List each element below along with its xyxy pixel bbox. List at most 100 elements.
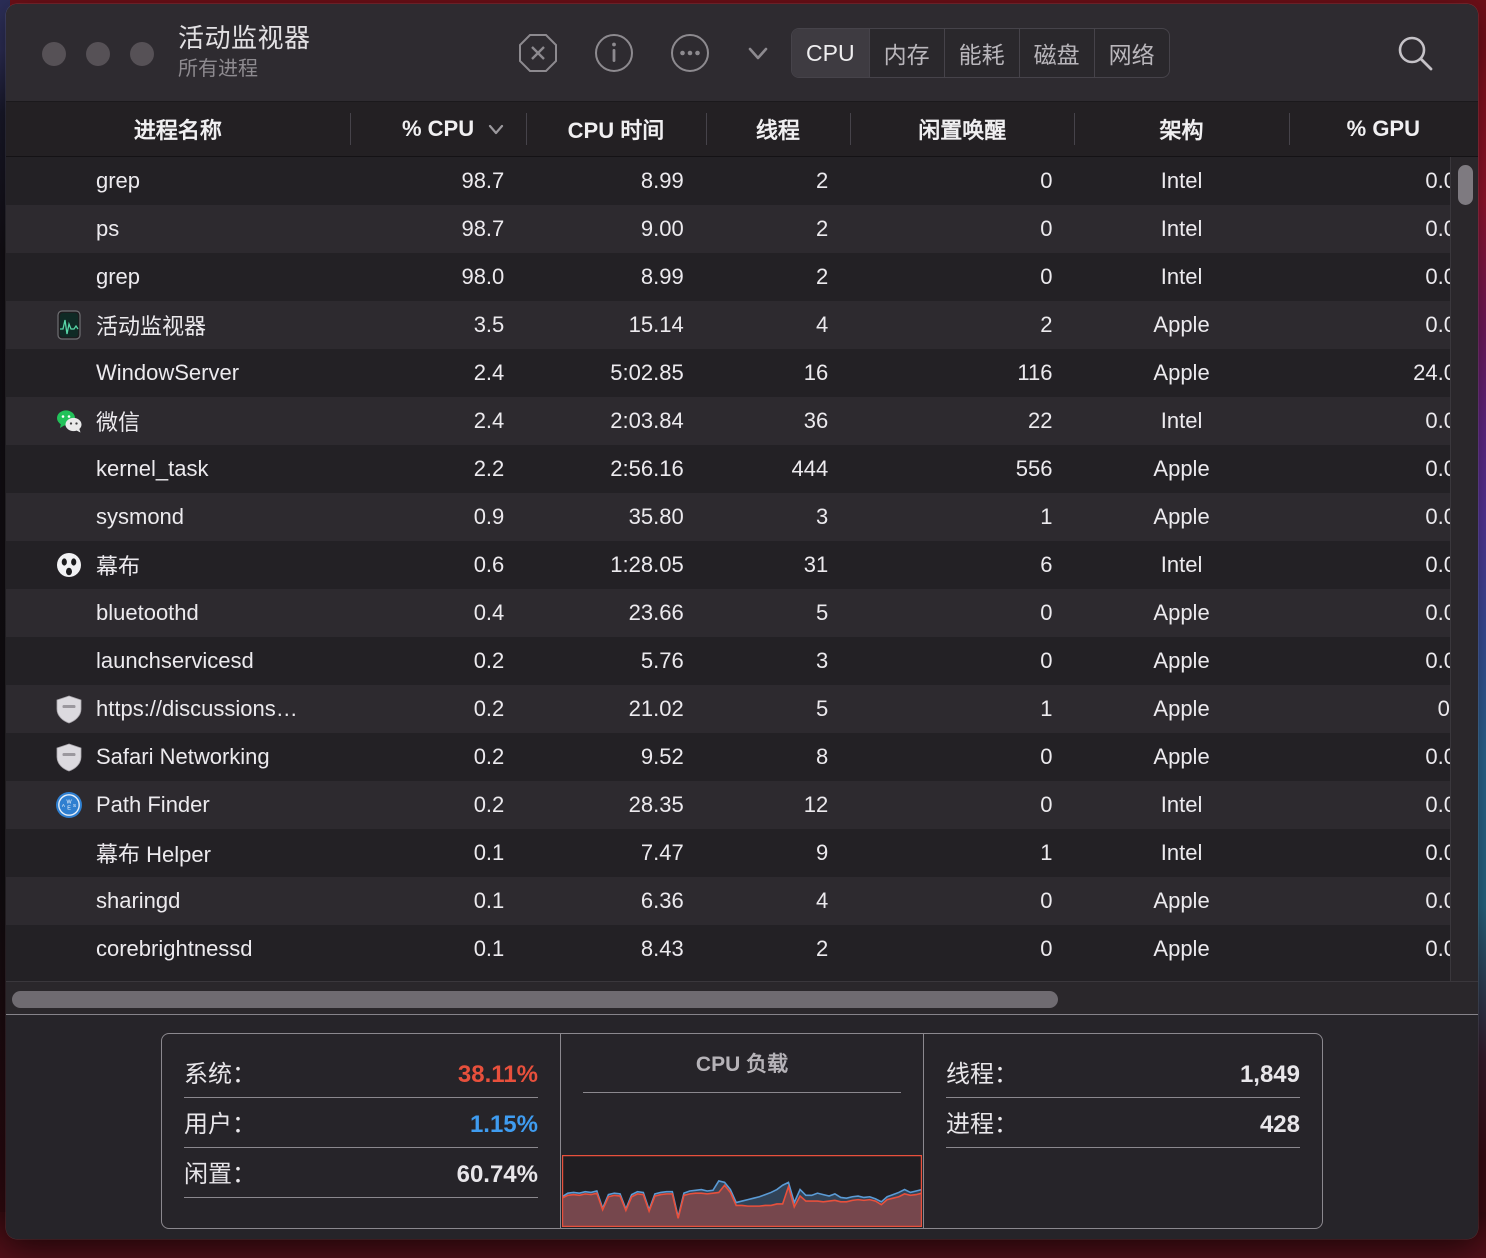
cell-process-name: WindowServer xyxy=(6,360,350,386)
cell-cpu-time: 2:56.16 xyxy=(526,456,705,482)
tab-cpu[interactable]: CPU xyxy=(792,29,869,77)
vertical-scrollbar[interactable] xyxy=(1450,157,1478,981)
cell-cpu-time: 5.76 xyxy=(526,648,705,674)
cell-architecture: Apple xyxy=(1074,648,1288,674)
process-rows: grep98.78.9920Intel0.0ps98.79.0020Intel0… xyxy=(6,157,1478,973)
table-row[interactable]: 活动监视器3.515.1442Apple0.0 xyxy=(6,301,1478,349)
minimize-button[interactable] xyxy=(86,42,110,66)
search-button[interactable] xyxy=(1390,28,1440,78)
cell-cpu-percent: 0.2 xyxy=(350,648,526,674)
cell-cpu-percent: 0.1 xyxy=(350,840,526,866)
cell-process-name: https://discussions… xyxy=(6,694,350,724)
cell-architecture: Apple xyxy=(1074,936,1288,962)
process-name-label: ps xyxy=(96,216,119,242)
stat-label-idle: 闲置： xyxy=(184,1154,256,1189)
tab-memory[interactable]: 内存 xyxy=(869,29,944,77)
column-header-cpu-time[interactable]: CPU 时间 xyxy=(526,102,705,156)
table-row[interactable]: grep98.08.9920Intel0.0 xyxy=(6,253,1478,301)
stat-value-user: 1.15% xyxy=(470,1111,538,1139)
cell-idle-wakeups: 22 xyxy=(850,408,1074,434)
tab-energy[interactable]: 能耗 xyxy=(944,29,1019,77)
view-tabs: CPU 内存 能耗 磁盘 网络 xyxy=(791,28,1170,78)
cell-threads: 3 xyxy=(706,648,851,674)
page-title: 活动监视器 xyxy=(178,23,311,54)
table-row[interactable]: https://discussions…0.221.0251Apple0. xyxy=(6,685,1478,733)
cell-cpu-time: 2:03.84 xyxy=(526,408,705,434)
column-header-cpu[interactable]: % CPU xyxy=(350,102,526,156)
cell-idle-wakeups: 2 xyxy=(850,312,1074,338)
cell-cpu-percent: 0.1 xyxy=(350,888,526,914)
horizontal-scrollbar-thumb[interactable] xyxy=(12,991,1058,1008)
close-button[interactable] xyxy=(42,42,66,66)
cell-cpu-percent: 98.7 xyxy=(350,216,526,242)
process-name-label: launchservicesd xyxy=(96,648,254,674)
process-table[interactable]: grep98.78.9920Intel0.0ps98.79.0020Intel0… xyxy=(6,157,1478,981)
cell-architecture: Apple xyxy=(1074,456,1288,482)
column-header-gpu[interactable]: % GPU xyxy=(1289,102,1478,156)
column-header-name[interactable]: 进程名称 xyxy=(6,102,350,156)
table-row[interactable]: 微信2.42:03.843622Intel0.0 xyxy=(6,397,1478,445)
cell-process-name: kernel_task xyxy=(6,456,350,482)
shield-icon xyxy=(54,742,84,772)
stat-value-system: 38.11% xyxy=(458,1061,538,1089)
stat-row-processes: 进程： 428 xyxy=(946,1098,1300,1148)
cell-process-name: grep xyxy=(6,168,350,194)
table-row[interactable]: ps98.79.0020Intel0.0 xyxy=(6,205,1478,253)
cell-architecture: Apple xyxy=(1074,696,1288,722)
table-row[interactable]: WindowServer2.45:02.8516116Apple24.0 xyxy=(6,349,1478,397)
tab-disk[interactable]: 磁盘 xyxy=(1019,29,1094,77)
stat-row-system: 系统： 38.11% xyxy=(184,1048,538,1098)
table-row[interactable]: kernel_task2.22:56.16444556Apple0.0 xyxy=(6,445,1478,493)
cell-process-name: grep xyxy=(6,264,350,290)
cell-cpu-time: 8.99 xyxy=(526,264,705,290)
cell-threads: 444 xyxy=(706,456,851,482)
zoom-button[interactable] xyxy=(130,42,154,66)
cell-threads: 4 xyxy=(706,312,851,338)
table-row[interactable]: Safari Networking0.29.5280Apple0.0 xyxy=(6,733,1478,781)
process-name-label: 活动监视器 xyxy=(96,309,206,341)
inspect-process-button[interactable] xyxy=(590,29,638,77)
cell-process-name: sharingd xyxy=(6,888,350,914)
tab-network[interactable]: 网络 xyxy=(1094,29,1169,77)
process-name-label: 幕布 Helper xyxy=(96,837,211,869)
window-toolbar: 活动监视器 所有进程 xyxy=(6,4,1478,102)
column-header-architecture[interactable]: 架构 xyxy=(1074,102,1288,156)
horizontal-scrollbar[interactable] xyxy=(6,981,1478,1015)
cell-process-name: corebrightnessd xyxy=(6,936,350,962)
table-row[interactable]: WEASPath Finder0.228.35120Intel0.0 xyxy=(6,781,1478,829)
table-row[interactable]: sharingd0.16.3640Apple0.0 xyxy=(6,877,1478,925)
cell-idle-wakeups: 0 xyxy=(850,888,1074,914)
table-row[interactable]: sysmond0.935.8031Apple0.0 xyxy=(6,493,1478,541)
table-row[interactable]: bluetoothd0.423.6650Apple0.0 xyxy=(6,589,1478,637)
cell-cpu-percent: 0.6 xyxy=(350,552,526,578)
sort-chevron-down-icon xyxy=(484,117,508,141)
table-row[interactable]: grep98.78.9920Intel0.0 xyxy=(6,157,1478,205)
cell-cpu-time: 15.14 xyxy=(526,312,705,338)
vertical-scrollbar-thumb[interactable] xyxy=(1458,165,1473,205)
cell-idle-wakeups: 0 xyxy=(850,216,1074,242)
cpu-load-chart xyxy=(562,1155,922,1227)
graph-divider xyxy=(583,1092,901,1093)
quit-process-button[interactable] xyxy=(514,29,562,77)
path-finder-icon: WEAS xyxy=(54,790,84,820)
cell-cpu-time: 28.35 xyxy=(526,792,705,818)
summary-panels: 系统： 38.11% 用户： 1.15% 闲置： 60.74% CPU 负载 xyxy=(161,1033,1323,1229)
cell-threads: 4 xyxy=(706,888,851,914)
table-row[interactable]: 幕布0.61:28.05316Intel0.0 xyxy=(6,541,1478,589)
options-button[interactable] xyxy=(666,29,714,77)
process-name-label: kernel_task xyxy=(96,456,209,482)
cell-cpu-time: 1:28.05 xyxy=(526,552,705,578)
column-header-idle-wakeups[interactable]: 闲置唤醒 xyxy=(850,102,1074,156)
table-row[interactable]: 幕布 Helper0.17.4791Intel0.0 xyxy=(6,829,1478,877)
table-row[interactable]: launchservicesd0.25.7630Apple0.0 xyxy=(6,637,1478,685)
options-dropdown-button[interactable] xyxy=(734,29,782,77)
cell-cpu-percent: 0.9 xyxy=(350,504,526,530)
column-header-threads[interactable]: 线程 xyxy=(706,102,851,156)
cell-threads: 2 xyxy=(706,264,851,290)
stat-label-system: 系统： xyxy=(184,1054,256,1089)
cell-threads: 2 xyxy=(706,936,851,962)
cell-cpu-time: 8.43 xyxy=(526,936,705,962)
table-row[interactable]: corebrightnessd0.18.4320Apple0.0 xyxy=(6,925,1478,973)
cell-idle-wakeups: 116 xyxy=(850,360,1074,386)
cell-threads: 5 xyxy=(706,696,851,722)
